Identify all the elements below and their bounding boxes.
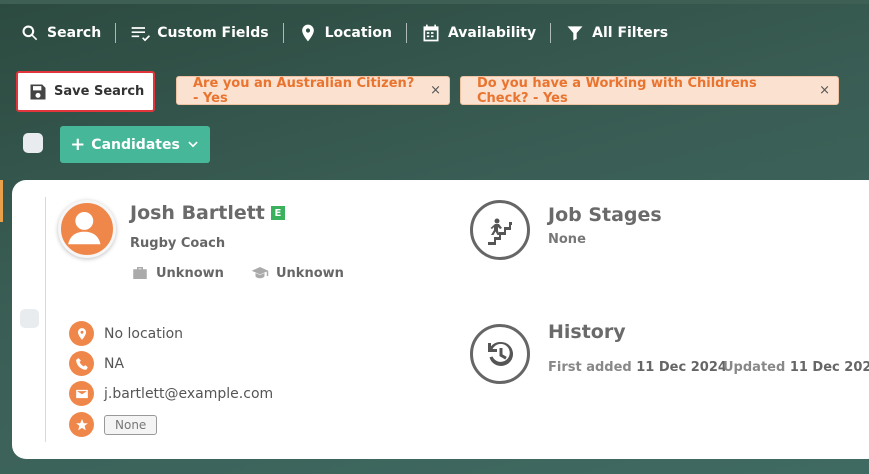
all-filters-label: All Filters	[592, 25, 669, 41]
candidates-label: Candidates	[91, 136, 180, 153]
history-icon	[470, 324, 530, 384]
email-value[interactable]: j.bartlett@example.com	[104, 386, 273, 402]
phone-row: NA	[69, 351, 124, 376]
candidate-name-text: Josh Bartlett	[130, 202, 265, 224]
plus-icon: +	[70, 134, 86, 155]
chevron-down-icon	[188, 141, 198, 147]
filter-toolbar: Search Custom Fields Location Availabili…	[20, 20, 668, 46]
graduation-cap-icon	[251, 267, 269, 279]
education-status: Unknown	[250, 264, 344, 282]
availability-tool[interactable]: Availability	[421, 23, 536, 43]
filter-chip-working-with-children: Do you have a Working with Childrens Che…	[460, 75, 839, 106]
candidate-card[interactable]: Josh Bartlett E Rugby Coach Unknown Unkn…	[12, 180, 869, 459]
rating-row: None	[69, 412, 158, 437]
top-border	[0, 0, 869, 4]
education-value: Unknown	[276, 265, 344, 281]
close-icon[interactable]: ×	[819, 83, 830, 98]
save-search-label: Save Search	[54, 84, 145, 99]
close-icon[interactable]: ×	[430, 83, 441, 98]
rating-value[interactable]: None	[104, 414, 158, 435]
star-icon	[69, 412, 94, 437]
filter-chip-label: Are you an Australian Citizen? - Yes	[193, 75, 415, 106]
search-icon	[22, 25, 38, 41]
avatar[interactable]	[58, 200, 116, 258]
floppy-disk-icon	[30, 84, 46, 99]
row-checkbox[interactable]	[20, 309, 39, 328]
candidate-name[interactable]: Josh Bartlett E	[130, 202, 285, 224]
toolbar-divider	[550, 23, 552, 43]
calendar-icon	[423, 24, 439, 42]
candidate-role: Rugby Coach	[130, 236, 226, 251]
phone-value[interactable]: NA	[104, 356, 124, 372]
filter-icon	[567, 26, 583, 41]
history-updated: Updated 11 Dec 2024	[723, 360, 869, 375]
work-status: Unknown	[130, 264, 224, 282]
map-pin-icon	[301, 24, 314, 42]
toolbar-divider	[115, 23, 117, 43]
email-row: j.bartlett@example.com	[69, 381, 273, 406]
history-title: History	[548, 321, 626, 343]
email-icon	[69, 381, 94, 406]
work-value: Unknown	[156, 265, 224, 281]
candidate-badge: E	[270, 206, 285, 220]
location-value: No location	[104, 325, 184, 342]
job-stages-icon	[470, 200, 530, 260]
filter-chip-label: Do you have a Working with Childrens Che…	[477, 75, 757, 106]
custom-fields-label: Custom Fields	[157, 25, 269, 41]
toolbar-divider	[282, 23, 284, 43]
select-all-checkbox[interactable]	[23, 133, 43, 153]
location-label: Location	[324, 25, 392, 41]
filter-chip-australian-citizen: Are you an Australian Citizen? - Yes ×	[176, 75, 450, 106]
location-tool[interactable]: Location	[298, 23, 392, 43]
job-stages-value: None	[548, 232, 586, 247]
user-icon	[68, 211, 101, 245]
list-check-icon	[131, 27, 151, 42]
first-added-date: 11 Dec 2024	[636, 360, 727, 375]
location-pin-icon	[69, 321, 94, 346]
save-search-button[interactable]: Save Search	[16, 71, 155, 112]
briefcase-icon	[133, 267, 147, 279]
card-divider	[45, 197, 46, 442]
candidates-dropdown-button[interactable]: + Candidates	[60, 126, 210, 163]
job-stages-title: Job Stages	[548, 204, 662, 226]
all-filters-tool[interactable]: All Filters	[565, 23, 668, 43]
phone-icon	[69, 351, 94, 376]
updated-label: Updated	[723, 360, 786, 375]
updated-date: 11 Dec 2024	[789, 360, 869, 375]
search-label: Search	[47, 25, 102, 41]
search-tool[interactable]: Search	[20, 23, 101, 43]
scroll-marker	[0, 180, 3, 222]
toolbar-divider	[405, 23, 407, 43]
availability-label: Availability	[447, 25, 537, 41]
first-added-label: First added	[548, 360, 632, 375]
custom-fields-tool[interactable]: Custom Fields	[130, 23, 269, 43]
history-first-added: First added 11 Dec 2024	[548, 360, 727, 375]
location-row: No location	[69, 321, 183, 346]
